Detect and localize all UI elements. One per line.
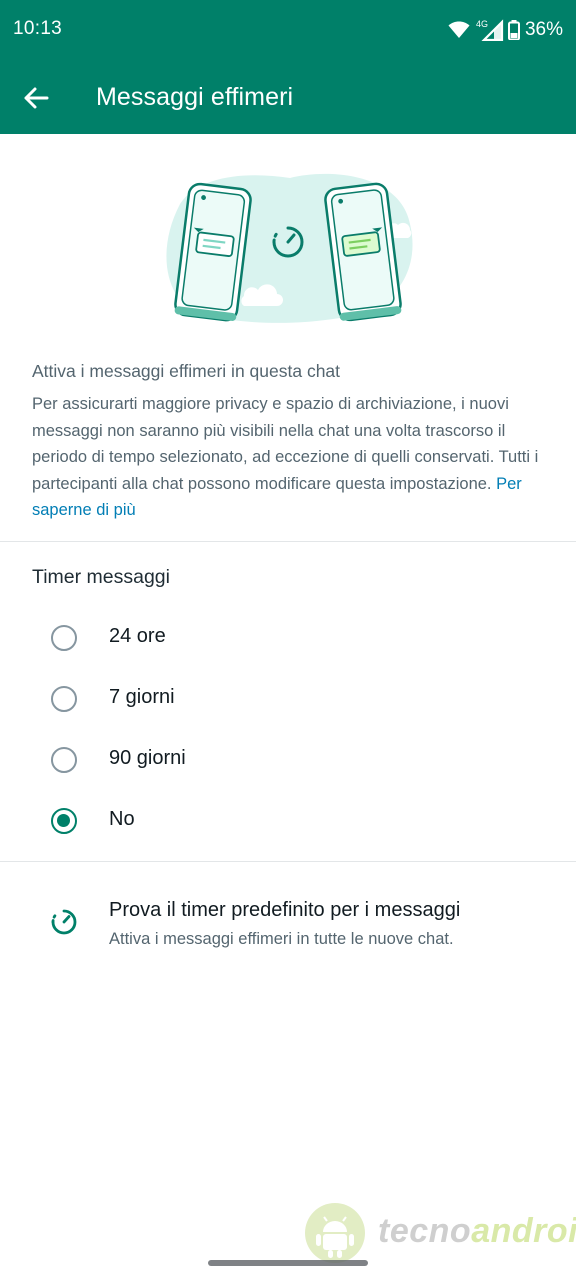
- disappearing-messages-illustration: [166, 173, 413, 323]
- battery-icon: [507, 20, 520, 40]
- timer-option-label: 90 giorni: [109, 747, 186, 769]
- status-icons: 4G 36%: [448, 16, 563, 44]
- status-time: 10:13: [13, 18, 63, 39]
- page-title: Messaggi effimeri: [96, 83, 294, 111]
- default-timer-row[interactable]: Prova il timer predefinito per i messagg…: [0, 882, 576, 972]
- watermark-text-b: android: [471, 1212, 576, 1250]
- watermark-text-a: tecno: [378, 1212, 472, 1250]
- arrow-back-icon[interactable]: [20, 82, 52, 114]
- default-timer-subtitle: Attiva i messaggi effimeri in tutte le n…: [109, 930, 454, 948]
- app-bar: Messaggi effimeri: [0, 62, 576, 134]
- radio-button[interactable]: [51, 747, 77, 773]
- timer-section-title: Timer messaggi: [32, 566, 170, 588]
- timer-icon: [51, 909, 77, 935]
- network-type: 4G: [476, 19, 488, 29]
- default-timer-title: Prova il timer predefinito per i messagg…: [109, 899, 461, 921]
- timer-option-label: No: [109, 808, 135, 830]
- signal-icon: 4G: [476, 19, 504, 41]
- radio-button[interactable]: [51, 625, 77, 651]
- timer-option-24h[interactable]: 24 ore: [0, 608, 576, 668]
- divider: [0, 861, 576, 862]
- status-bar: 10:13 4G 36%: [0, 0, 576, 62]
- wifi-icon: [448, 21, 470, 38]
- home-gesture-handle[interactable]: [208, 1260, 368, 1266]
- radio-button-selected[interactable]: [51, 808, 77, 834]
- intro-body-text: Per assicurarti maggiore privacy e spazi…: [32, 395, 539, 493]
- timer-option-label: 7 giorni: [109, 686, 175, 708]
- radio-button[interactable]: [51, 686, 77, 712]
- intro-description: Per assicurarti maggiore privacy e spazi…: [32, 391, 552, 524]
- battery-level: 36%: [524, 19, 563, 40]
- timer-option-off[interactable]: No: [0, 791, 576, 851]
- divider: [0, 541, 576, 542]
- timer-option-7d[interactable]: 7 giorni: [0, 669, 576, 729]
- timer-option-label: 24 ore: [109, 625, 166, 647]
- timer-option-90d[interactable]: 90 giorni: [0, 730, 576, 790]
- intro-title: Attiva i messaggi effimeri in questa cha…: [32, 361, 341, 381]
- gesture-nav-bar: [0, 1246, 576, 1280]
